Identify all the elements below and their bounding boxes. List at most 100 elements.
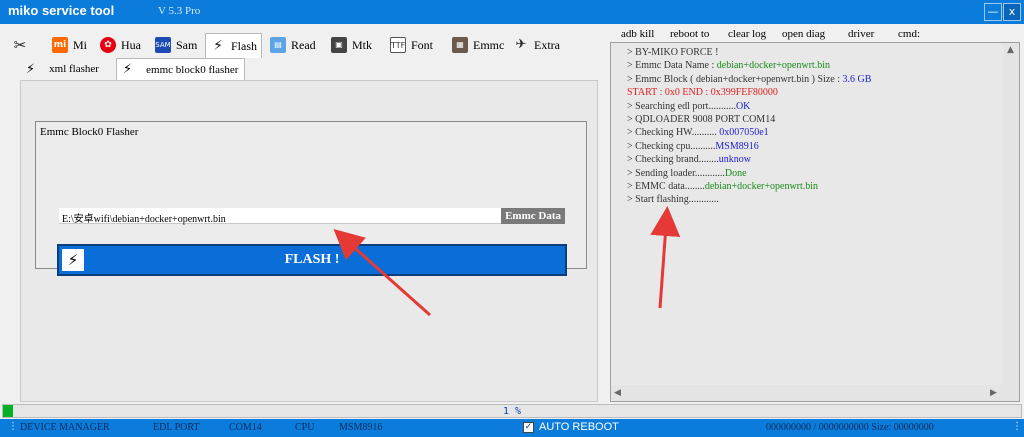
tab-label: Emmc — [473, 37, 505, 52]
flash-button-label: FLASH ! — [284, 252, 340, 267]
scroll-up-icon[interactable]: ▲ — [1007, 45, 1014, 55]
log-fragment: unknow — [718, 154, 751, 166]
sub-tab-bar: ⚡ xml flasher ⚡ emmc block0 flasher — [20, 58, 600, 80]
tab-flash[interactable]: ⚡ Flash — [205, 33, 263, 58]
log-line: START : 0x0 END : 0x399FEF80000 — [627, 87, 778, 99]
tab-label: Flash — [231, 38, 258, 53]
cpu-value: MSM8916 — [339, 422, 383, 433]
device-manager-link[interactable]: DEVICE MANAGER — [20, 422, 110, 433]
title-bar: miko service tool V 5.3 Pro — x — [0, 0, 1024, 24]
auto-reboot-toggle[interactable]: ✓ AUTO REBOOT — [523, 421, 619, 433]
tab-label: Font — [411, 37, 434, 52]
samsung-icon: SAM — [155, 37, 171, 53]
auto-reboot-checkbox[interactable]: ✓ — [523, 421, 534, 433]
log-line: > Checking HW.......... 0x007050e1 — [627, 127, 769, 138]
tab-mi[interactable]: mi Mi — [48, 33, 92, 57]
menu-clear-log[interactable]: clear log — [728, 28, 766, 40]
tab-label: Mtk — [352, 37, 373, 52]
tab-emmc[interactable]: ▦ Emmc — [448, 33, 509, 57]
log-fragment: > Checking cpu.......... — [627, 140, 716, 152]
mi-icon: mi — [52, 37, 68, 53]
tab-label: Sam — [176, 37, 198, 52]
log-fragment: Done — [724, 167, 747, 179]
menu-adb-kill[interactable]: adb kill — [621, 28, 654, 40]
log-fragment: OK — [735, 100, 751, 112]
tools-icon: ✂ — [13, 36, 27, 54]
flash-button[interactable]: ⚡ FLASH ! — [57, 244, 567, 276]
group-title: Emmc Block0 Flasher — [40, 126, 139, 138]
subtab-label: xml flasher — [49, 63, 99, 75]
log-line: > Searching edl port...........OK — [627, 101, 750, 112]
grip-icon: ⋮ — [8, 421, 18, 432]
log-fragment: > Checking brand........ — [627, 154, 719, 166]
log-horizontal-scrollbar[interactable]: ◀ ▶ — [611, 385, 1019, 401]
extra-icon: ✈ — [515, 37, 527, 52]
scroll-right-icon[interactable]: ▶ — [990, 388, 997, 398]
tab-label: Mi — [73, 37, 88, 52]
grip-icon: ⋮ — [1012, 421, 1022, 432]
close-button[interactable]: x — [1003, 3, 1021, 21]
log-line: > Emmc Data Name : debian+docker+openwrt… — [627, 60, 830, 71]
subtab-emmc-block0-flasher[interactable]: ⚡ emmc block0 flasher — [116, 58, 246, 80]
main-tab-bar: ✂ mi Mi ✿ Hua SAM Sam ⚡ Flash ▤ Read ▣ M… — [8, 33, 598, 58]
log-fragment: 0x007050e1 — [719, 127, 769, 139]
edl-port-value: COM14 — [229, 422, 262, 433]
log-fragment: > EMMC data........ — [627, 181, 705, 192]
transfer-counter: 000000000 / 0000000000 Size: 00000000 — [766, 422, 934, 433]
menu-driver[interactable]: driver — [848, 28, 874, 40]
app-version: V 5.3 Pro — [158, 5, 201, 17]
tab-mtk[interactable]: ▣ Mtk — [327, 33, 377, 57]
edl-port-label: EDL PORT — [153, 422, 200, 433]
tab-label: Extra — [534, 37, 560, 52]
log-fragment: > Emmc Data Name : — [627, 60, 717, 72]
log-fragment: debian+docker+openwrt.bin — [704, 181, 819, 192]
scroll-left-icon[interactable]: ◀ — [614, 388, 621, 398]
read-icon: ▤ — [270, 37, 286, 53]
menu-cmd[interactable]: cmd: — [898, 28, 920, 40]
menu-reboot-to[interactable]: reboot to — [670, 28, 709, 40]
tab-extra[interactable]: ✈ Extra — [509, 33, 564, 57]
tab-label: Read — [291, 37, 316, 52]
log-fragment: > Checking HW.......... — [627, 127, 720, 139]
log-line: > Checking cpu..........MSM8916 — [627, 141, 759, 152]
log-line: > Emmc Block ( debian+docker+openwrt.bin… — [627, 74, 871, 85]
tab-samsung[interactable]: SAM Sam — [151, 33, 202, 57]
log-panel: > BY-MIKO FORCE ! > Emmc Data Name : debi… — [610, 42, 1020, 402]
file-path-field[interactable]: E:\安卓wifi\debian+docker+openwrt.bin Emmc… — [59, 208, 565, 225]
log-fragment: debian+docker+openwrt.bin — [716, 60, 830, 72]
log-fragment: > Sending loader............ — [627, 167, 725, 179]
log-fragment: > Searching edl port........... — [627, 100, 736, 112]
tab-huawei[interactable]: ✿ Hua — [96, 33, 145, 57]
minimize-button[interactable]: — — [984, 3, 1002, 21]
tab-read[interactable]: ▤ Read — [266, 33, 320, 57]
log-line: > BY-MIKO FORCE ! — [627, 47, 719, 58]
file-path-text: E:\安卓wifi\debian+docker+openwrt.bin — [62, 214, 226, 225]
log-fragment: > Emmc Block ( debian+docker+openwrt.bin… — [627, 73, 843, 85]
auto-reboot-label: AUTO REBOOT — [539, 421, 619, 433]
log-fragment: MSM8916 — [715, 140, 759, 152]
right-menu-bar: adb kill reboot to clear log open diag d… — [608, 27, 1020, 43]
tab-tools[interactable]: ✂ — [8, 33, 32, 57]
progress-bar: 1 % — [2, 404, 1022, 418]
log-vertical-scrollbar[interactable]: ▲ — [1003, 43, 1019, 385]
log-line: > EMMC data........debian+docker+openwrt… — [627, 181, 818, 192]
subtab-xml-flasher[interactable]: ⚡ xml flasher — [20, 58, 105, 80]
emmc-data-button[interactable]: Emmc Data — [501, 208, 565, 224]
subtab-label: emmc block0 flasher — [146, 63, 239, 76]
bolt-icon: ⚡ — [123, 62, 133, 77]
app-title: miko service tool — [8, 3, 115, 18]
log-line: > Start flashing............ — [627, 194, 719, 206]
tab-font[interactable]: TTF Font — [386, 33, 438, 57]
app-window: miko service tool V 5.3 Pro — x ✂ mi Mi … — [0, 0, 1024, 437]
flash-icon: ⚡ — [213, 38, 223, 54]
log-line: > Sending loader............Done — [627, 168, 747, 179]
emmc-icon: ▦ — [452, 37, 468, 53]
bolt-icon: ⚡ — [26, 61, 36, 77]
menu-open-diag[interactable]: open diag — [782, 28, 825, 40]
emmc-block0-group: Emmc Block0 Flasher E:\安卓wifi\debian+doc… — [35, 121, 587, 276]
huawei-icon: ✿ — [100, 37, 116, 53]
flasher-panel: Emmc Block0 Flasher E:\安卓wifi\debian+doc… — [20, 80, 598, 402]
cpu-label: CPU — [295, 422, 315, 433]
progress-text: 1 % — [502, 406, 522, 417]
log-fragment: 3.6 GB — [842, 73, 872, 85]
